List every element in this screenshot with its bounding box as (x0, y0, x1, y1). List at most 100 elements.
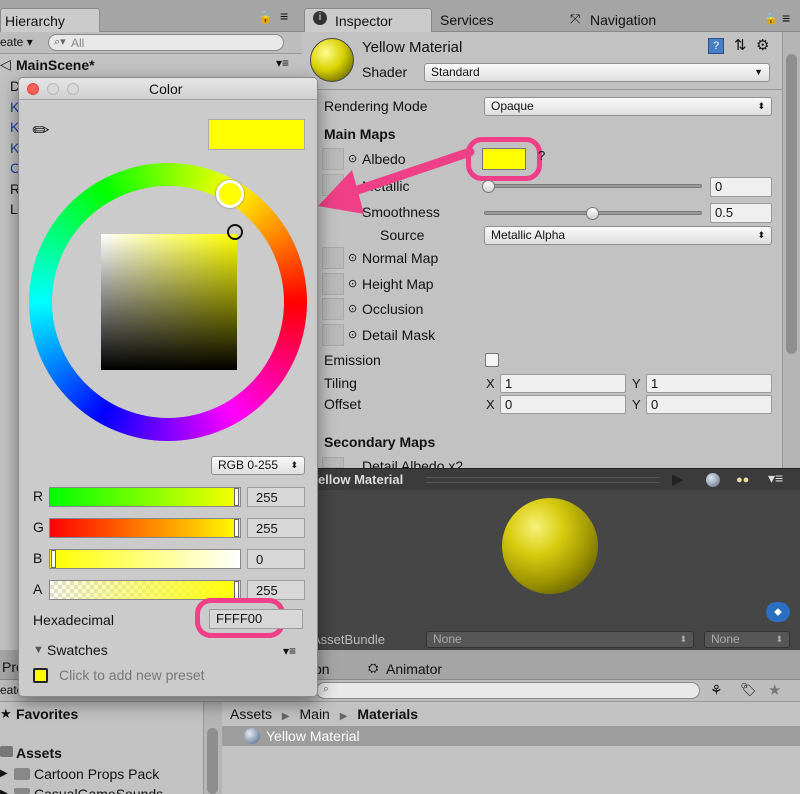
selected-asset-name: Yellow Material (266, 728, 360, 744)
tiling-y-field[interactable]: 1 (646, 374, 772, 393)
favorite-star-icon[interactable]: ★ (768, 681, 781, 699)
swatches-label[interactable]: Swatches (47, 642, 108, 658)
g-value-field[interactable]: 255 (247, 518, 305, 538)
inspector-scrollbar[interactable] (782, 32, 800, 468)
inspector-scrollbar-thumb[interactable] (786, 54, 797, 354)
create-dropdown[interactable]: eate ▾ (0, 35, 33, 49)
inspector-menu-icon[interactable]: ≡ (782, 10, 790, 26)
occlusion-slot[interactable] (322, 298, 344, 320)
tab-services[interactable]: Services (440, 12, 494, 28)
close-window-icon[interactable] (27, 83, 39, 95)
b-slider-handle[interactable] (51, 550, 56, 568)
normal-map-slot[interactable] (322, 247, 344, 269)
swatches-menu-icon[interactable]: ▾≡ (283, 644, 296, 658)
hex-value-field[interactable]: FFFF00 (209, 609, 303, 629)
scene-row[interactable]: ◁ MainScene* ▾≡ (0, 54, 302, 76)
height-map-slot[interactable] (322, 273, 344, 295)
smoothness-slider-knob[interactable] (586, 207, 599, 220)
expand-arrow-icon[interactable]: ▶ (0, 768, 8, 779)
inspector-lock-icon[interactable]: 🔒 (764, 12, 778, 25)
breadcrumb-materials[interactable]: Materials (357, 706, 418, 722)
folder-icon (14, 788, 30, 794)
metallic-slider-track[interactable] (484, 184, 702, 188)
variant-dropdown[interactable]: None ⬍ (704, 631, 790, 648)
tag-icon[interactable]: ⬥ (766, 602, 790, 622)
tab-navigation[interactable]: Navigation (590, 12, 656, 28)
preview-menu-icon[interactable]: ▾≡ (768, 470, 783, 487)
target-icon[interactable]: ⊙ (348, 251, 357, 264)
lock-icon[interactable]: 🔒 (258, 10, 273, 24)
folder-item[interactable]: Cartoon Props Pack (34, 766, 159, 782)
menu-icon[interactable]: ≡ (280, 8, 288, 24)
a-value-field[interactable]: 255 (247, 580, 305, 600)
assets-label[interactable]: Assets (16, 745, 62, 761)
g-slider-handle[interactable] (234, 519, 239, 537)
shader-dropdown[interactable]: Standard ▼ (424, 63, 770, 82)
hue-selector-handle[interactable] (216, 180, 244, 208)
metallic-value-field[interactable]: 0 (710, 177, 772, 197)
updown-arrow-icon: ⬍ (757, 230, 765, 240)
gear-icon[interactable]: ⚙ (756, 36, 769, 54)
annotation-arrow-shaft (335, 147, 475, 201)
emission-checkbox[interactable] (485, 353, 499, 367)
detail-mask-slot[interactable] (322, 324, 344, 346)
material-sphere-icon (244, 728, 260, 744)
saturation-value-square[interactable] (101, 234, 237, 370)
offset-x-field[interactable]: 0 (500, 395, 626, 414)
breadcrumb-main[interactable]: Main (300, 706, 330, 722)
sv-selector-handle[interactable] (227, 224, 243, 240)
project-search-input[interactable]: ⌕ (316, 682, 700, 699)
offset-y-field[interactable]: 0 (646, 395, 772, 414)
target-icon[interactable]: ⊙ (348, 328, 357, 341)
sphere-mesh-icon[interactable] (706, 473, 720, 487)
hierarchy-search-input[interactable]: ⌕▾ All (48, 34, 284, 51)
tree-scrollbar-thumb[interactable] (207, 728, 218, 794)
tab-inspector[interactable]: i Inspector (304, 8, 432, 32)
r-slider[interactable] (49, 487, 241, 507)
minimize-window-icon[interactable] (47, 83, 59, 95)
target-icon[interactable]: ⊙ (348, 302, 357, 315)
play-icon[interactable]: ▶ (672, 470, 684, 488)
detail-albedo-slot[interactable] (322, 457, 344, 468)
a-slider[interactable] (49, 580, 241, 600)
smoothness-value-field[interactable]: 0.5 (710, 203, 772, 223)
metallic-slider-knob[interactable] (482, 180, 495, 193)
light-icon[interactable]: ●● (736, 474, 749, 486)
color-mode-dropdown[interactable]: RGB 0-255 ⬍ (211, 456, 305, 475)
project-tree-scrollbar[interactable] (204, 702, 222, 794)
g-slider[interactable] (49, 518, 241, 538)
preview-viewport[interactable]: ⬥ (302, 490, 800, 630)
r-slider-handle[interactable] (234, 488, 239, 506)
zoom-window-icon[interactable] (67, 83, 79, 95)
filter-label-icon[interactable]: 🏷 (740, 682, 757, 698)
b-slider[interactable] (49, 549, 241, 569)
tab-hierarchy[interactable]: Hierarchy (0, 8, 100, 32)
preset-swatch[interactable] (33, 668, 48, 683)
preview-drag-handle[interactable] (426, 477, 660, 483)
albedo-color-swatch[interactable] (482, 148, 526, 170)
filter-type-icon[interactable]: ⚘ (710, 682, 723, 699)
inspector-tabbar: i Inspector Services ⤧ Navigation 🔒 ≡ (302, 0, 800, 32)
folder-item[interactable]: CasualGameSounds (34, 786, 163, 794)
scene-menu-icon[interactable]: ▾≡ (276, 56, 289, 70)
hierarchy-item[interactable]: L (10, 201, 18, 217)
swatches-collapse-icon[interactable]: ▼ (33, 644, 44, 656)
source-dropdown[interactable]: Metallic Alpha ⬍ (484, 226, 772, 245)
expand-arrow-icon[interactable]: ▶ (0, 788, 8, 794)
eyedropper-icon[interactable]: ✎ (27, 116, 57, 146)
target-icon[interactable]: ⊙ (348, 277, 357, 290)
selected-asset-row[interactable]: Yellow Material (222, 726, 800, 746)
assetbundle-dropdown[interactable]: None ⬍ (426, 631, 694, 648)
tab-animator[interactable]: Animator (386, 661, 442, 677)
favorites-label[interactable]: Favorites (16, 706, 78, 722)
current-color-swatch (208, 119, 305, 150)
color-picker-titlebar[interactable]: Color (19, 78, 317, 100)
breadcrumb-assets[interactable]: Assets (230, 706, 272, 722)
help-icon[interactable]: ? (708, 38, 724, 54)
preset-icon[interactable]: ⇅ (734, 36, 747, 54)
b-value-field[interactable]: 0 (247, 549, 305, 569)
rendering-mode-dropdown[interactable]: Opaque ⬍ (484, 97, 772, 116)
r-value-field[interactable]: 255 (247, 487, 305, 507)
a-slider-handle[interactable] (234, 581, 239, 599)
tiling-x-field[interactable]: 1 (500, 374, 626, 393)
